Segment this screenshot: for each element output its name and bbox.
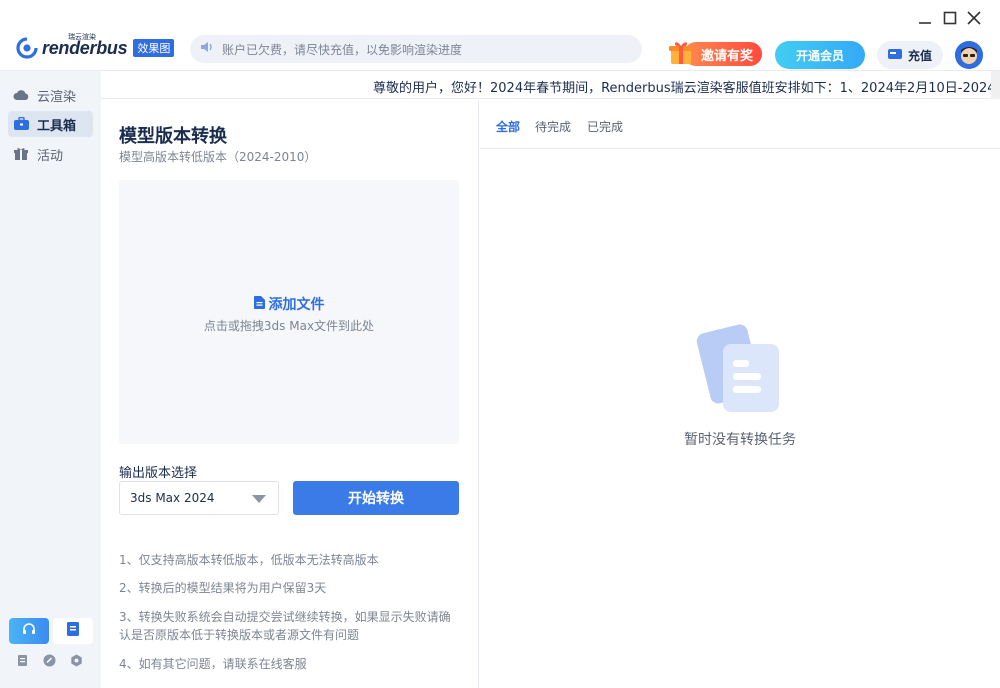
notice-text: 账户已欠费，请尽快充值，以免影响渲染进度 (222, 42, 463, 57)
gift-icon (13, 146, 29, 162)
output-version-label: 输出版本选择 (119, 466, 198, 481)
sidebar-item-label: 云渲染 (37, 89, 77, 105)
version-select[interactable]: 3ds Max 2024 (119, 481, 279, 515)
recharge-label: 充值 (907, 48, 932, 63)
user-avatar[interactable] (955, 41, 983, 69)
holiday-marquee: 尊敬的用户，您好！2024年春节期间，Renderbus瑞云渲染客服值班安排如下… (101, 71, 991, 99)
sidebar-item-toolbox[interactable]: 工具箱 (8, 111, 93, 137)
wallet-icon (887, 48, 902, 63)
toolbox-icon (13, 116, 29, 132)
app-logo: 瑞云渲染 renderbus 效果图 (16, 33, 175, 59)
title-bar: 瑞云渲染 renderbus 效果图 账户已欠费，请尽快充值，以免影响渲染进度 … (0, 0, 1000, 71)
logo-badge: 效果图 (133, 39, 175, 57)
customer-service-button[interactable] (9, 618, 49, 644)
gift-icon (668, 38, 694, 66)
sidebar: 云渲染 工具箱 活动 (0, 71, 101, 688)
sidebar-item-label: 活动 (37, 148, 64, 164)
invite-label: 邀请有奖 (700, 48, 753, 64)
cloud-icon (13, 87, 29, 103)
document-button[interactable] (53, 618, 93, 644)
tip-item: 2、转换后的模型结果将为用户保留3天 (119, 581, 327, 595)
renderbus-logo-icon (16, 37, 38, 59)
tab-pending[interactable]: 待完成 (535, 118, 571, 135)
sidebar-item-label: 工具箱 (37, 118, 77, 134)
tab-completed[interactable]: 已完成 (587, 118, 623, 135)
sidebar-item-activity[interactable]: 活动 (8, 141, 93, 167)
marquee-text: 尊敬的用户，您好！2024年春节期间，Renderbus瑞云渲染客服值班安排如下… (373, 81, 991, 96)
task-panel: 全部 待完成 已完成 暂时没有转换任务 (480, 100, 1000, 688)
document-icon (66, 621, 80, 641)
add-file-link[interactable]: 添加文件 (119, 294, 459, 314)
empty-document-icon (693, 322, 783, 417)
add-file-label: 添加文件 (268, 297, 325, 313)
scrollbar[interactable] (991, 71, 1000, 99)
selected-version: 3ds Max 2024 (130, 491, 215, 505)
close-icon[interactable] (966, 10, 982, 26)
converter-panel: 模型版本转换 模型高版本转低版本（2024-2010） 添加文件 点击或拖拽3d… (101, 100, 479, 688)
file-dropzone[interactable]: 添加文件 点击或拖拽3ds Max文件到此处 (119, 180, 459, 444)
tip-item: 1、仅支持高版本转低版本，低版本无法转高版本 (119, 553, 379, 567)
link-icon[interactable] (42, 653, 56, 667)
note-icon[interactable] (16, 653, 30, 667)
empty-state-text: 暂时没有转换任务 (684, 432, 796, 448)
sidebar-item-cloud-render[interactable]: 云渲染 (8, 82, 93, 108)
start-convert-button[interactable]: 开始转换 (293, 481, 459, 515)
dropzone-hint: 点击或拖拽3ds Max文件到此处 (203, 319, 375, 333)
page-subtitle: 模型高版本转低版本（2024-2010） (119, 150, 317, 164)
invite-button[interactable]: 邀请有奖 (668, 38, 762, 68)
vip-button[interactable]: 开通会员 (775, 41, 865, 69)
recharge-button[interactable]: 充值 (877, 41, 943, 69)
arrears-notice[interactable]: 账户已欠费，请尽快充值，以免影响渲染进度 (190, 35, 642, 63)
maximize-icon[interactable] (942, 10, 958, 26)
task-tabs: 全部 待完成 已完成 (480, 100, 1000, 149)
page-title: 模型版本转换 (119, 126, 227, 147)
tab-all[interactable]: 全部 (496, 118, 520, 135)
logo-subtitle: 瑞云渲染 (68, 32, 96, 41)
headset-icon (21, 621, 37, 641)
chevron-down-icon (252, 495, 266, 503)
settings-icon[interactable] (69, 653, 83, 667)
tip-item: 3、转换失败系统会自动提交尝试继续转换，如果显示失败请确认是否原版本低于转换版本… (119, 610, 451, 642)
file-icon (253, 295, 265, 313)
speaker-icon (200, 40, 214, 58)
tip-item: 4、如有其它问题，请联系在线客服 (119, 657, 307, 671)
minimize-icon[interactable] (917, 10, 933, 26)
